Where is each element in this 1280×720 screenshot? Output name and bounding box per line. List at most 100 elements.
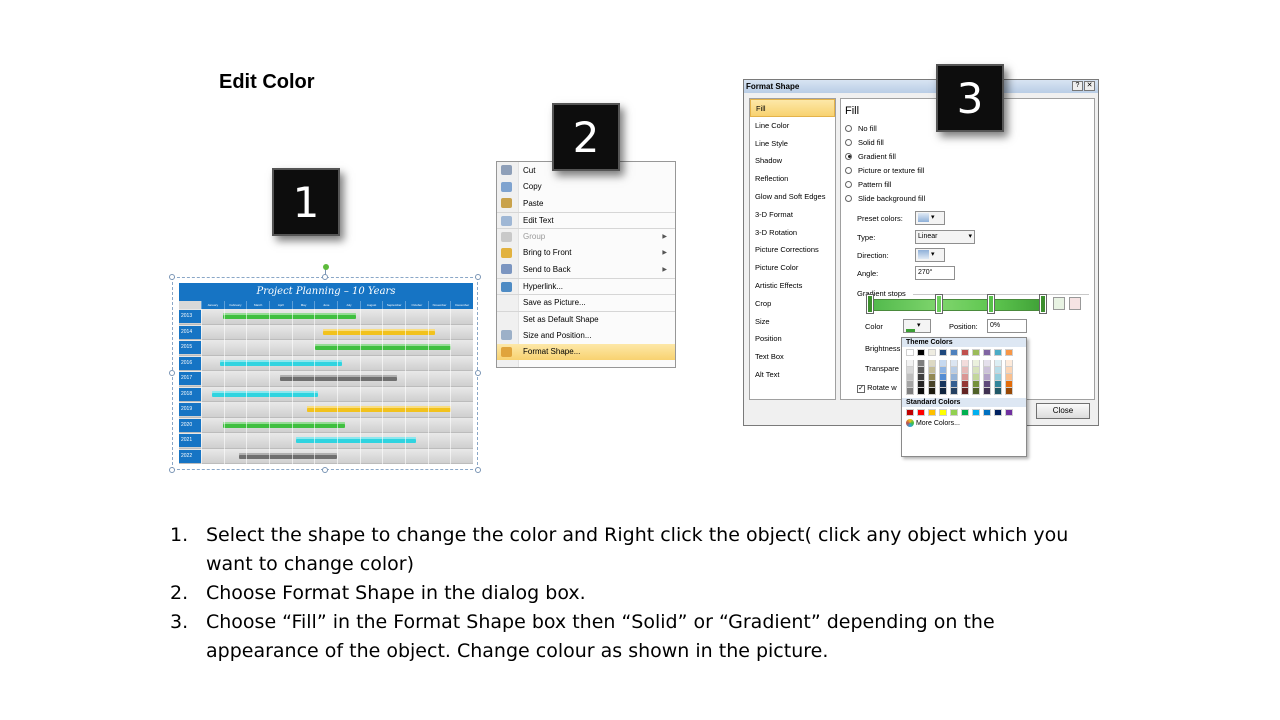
color-swatch[interactable]	[983, 360, 991, 367]
category-picture-corrections[interactable]: Picture Corrections	[750, 241, 835, 259]
category-line-style[interactable]: Line Style	[750, 135, 835, 153]
color-swatch[interactable]	[983, 388, 991, 395]
color-swatch[interactable]	[917, 388, 925, 395]
gantt-bar[interactable]	[211, 390, 318, 397]
rotate-checkbox-row[interactable]: ✓ Rotate w	[857, 383, 897, 393]
gantt-bar[interactable]	[296, 437, 416, 443]
color-swatch[interactable]	[939, 349, 947, 356]
color-swatch[interactable]	[939, 381, 947, 388]
color-swatch[interactable]	[906, 409, 914, 416]
color-swatch[interactable]	[983, 409, 991, 416]
direction-dropdown[interactable]: ▾	[915, 248, 945, 262]
remove-stop-icon[interactable]	[1069, 297, 1081, 310]
color-swatch[interactable]	[939, 360, 947, 367]
resize-handle-br[interactable]	[475, 467, 481, 473]
color-swatch[interactable]	[928, 374, 936, 381]
color-swatch[interactable]	[906, 374, 914, 381]
checkbox-checked-icon[interactable]: ✓	[857, 385, 865, 393]
gantt-bar[interactable]	[315, 344, 452, 350]
more-colors-item[interactable]: More Colors...	[902, 416, 1026, 430]
menu-item-set-as-default-shape[interactable]: Set as Default Shape	[497, 310, 675, 328]
resize-handle-bl[interactable]	[169, 467, 175, 473]
gantt-bar[interactable]	[279, 375, 397, 381]
color-swatch[interactable]	[928, 360, 936, 367]
close-x-button[interactable]: ✕	[1084, 81, 1095, 91]
category-alt-text[interactable]: Alt Text	[750, 366, 835, 384]
color-swatch[interactable]	[950, 367, 958, 374]
color-swatch[interactable]	[950, 374, 958, 381]
radio-button[interactable]	[845, 194, 852, 202]
color-swatch[interactable]	[950, 409, 958, 416]
color-swatch[interactable]	[928, 349, 936, 356]
color-swatch[interactable]	[972, 374, 980, 381]
color-swatch[interactable]	[961, 374, 969, 381]
color-swatch[interactable]	[961, 409, 969, 416]
color-dropdown[interactable]: ▾	[903, 319, 931, 333]
color-swatch[interactable]	[972, 381, 980, 388]
color-swatch[interactable]	[1005, 409, 1013, 416]
radio-button[interactable]	[845, 124, 852, 132]
rotation-handle[interactable]	[323, 264, 329, 270]
color-swatch[interactable]	[917, 374, 925, 381]
radio-button[interactable]	[845, 152, 852, 160]
color-swatch[interactable]	[994, 360, 1002, 367]
color-swatch[interactable]	[972, 367, 980, 374]
category-shadow[interactable]: Shadow	[750, 152, 835, 170]
color-swatch[interactable]	[994, 374, 1002, 381]
gradient-stop-4[interactable]	[1039, 294, 1047, 314]
angle-spinner[interactable]: 270°	[915, 266, 955, 280]
color-swatch[interactable]	[906, 349, 914, 356]
fill-option-pattern-fill[interactable]: Pattern fill	[845, 177, 1090, 191]
color-swatch[interactable]	[961, 367, 969, 374]
radio-button[interactable]	[845, 166, 852, 174]
color-swatch[interactable]	[950, 381, 958, 388]
color-swatch[interactable]	[906, 367, 914, 374]
color-swatch[interactable]	[961, 381, 969, 388]
gradient-stop-2[interactable]	[935, 294, 943, 314]
color-swatch[interactable]	[994, 367, 1002, 374]
menu-item-edit-text[interactable]: Edit Text	[497, 211, 675, 229]
category-size[interactable]: Size	[750, 313, 835, 331]
color-swatch[interactable]	[917, 381, 925, 388]
gantt-bar[interactable]	[307, 406, 452, 412]
color-swatch[interactable]	[983, 374, 991, 381]
color-swatch[interactable]	[983, 367, 991, 374]
gantt-bar[interactable]	[222, 313, 357, 319]
gradient-stops-bar[interactable]	[867, 299, 1047, 311]
category-text-box[interactable]: Text Box	[750, 348, 835, 366]
gantt-shape-selection[interactable]: Project Planning – 10 Years January Febru…	[169, 264, 481, 473]
menu-item-format-shape[interactable]: Format Shape...	[497, 343, 675, 360]
color-swatch[interactable]	[994, 349, 1002, 356]
color-swatch[interactable]	[939, 409, 947, 416]
menu-item-copy[interactable]: Copy	[497, 179, 675, 196]
color-swatch[interactable]	[1005, 367, 1013, 374]
category-fill[interactable]: Fill	[750, 99, 835, 117]
gantt-bar[interactable]	[220, 359, 343, 366]
color-swatch[interactable]	[1005, 360, 1013, 367]
color-swatch[interactable]	[906, 388, 914, 395]
resize-handle-tl[interactable]	[169, 274, 175, 280]
color-swatch[interactable]	[961, 349, 969, 356]
color-swatch[interactable]	[1005, 388, 1013, 395]
category-reflection[interactable]: Reflection	[750, 170, 835, 188]
category-picture-color[interactable]: Picture Color	[750, 259, 835, 277]
color-swatch[interactable]	[983, 381, 991, 388]
menu-item-paste[interactable]: Paste	[497, 195, 675, 212]
help-button[interactable]: ?	[1072, 81, 1083, 91]
color-swatch[interactable]	[972, 388, 980, 395]
preset-colors-dropdown[interactable]: ▾	[915, 211, 945, 225]
color-swatch[interactable]	[972, 349, 980, 356]
category-glow-and-soft-edges[interactable]: Glow and Soft Edges	[750, 188, 835, 206]
resize-handle-tr[interactable]	[475, 274, 481, 280]
category-position[interactable]: Position	[750, 330, 835, 348]
fill-option-gradient-fill[interactable]: Gradient fill	[845, 149, 1090, 163]
color-swatch[interactable]	[906, 360, 914, 367]
color-swatch[interactable]	[928, 409, 936, 416]
category-3-d-format[interactable]: 3-D Format	[750, 206, 835, 224]
color-swatch[interactable]	[928, 367, 936, 374]
category-3-d-rotation[interactable]: 3-D Rotation	[750, 224, 835, 242]
color-swatch[interactable]	[961, 388, 969, 395]
category-artistic-effects[interactable]: Artistic Effects	[750, 277, 835, 295]
color-swatch[interactable]	[939, 388, 947, 395]
color-swatch[interactable]	[917, 360, 925, 367]
